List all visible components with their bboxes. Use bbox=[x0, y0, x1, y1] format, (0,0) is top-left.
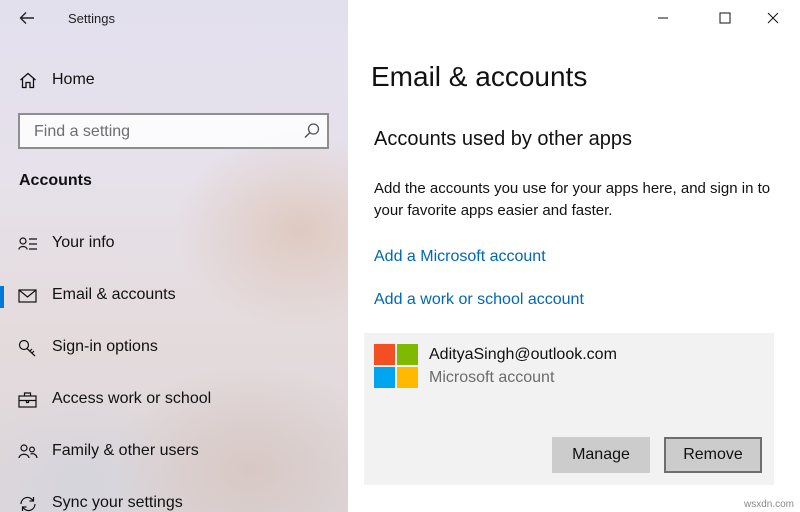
section-subheading: Accounts used by other apps bbox=[374, 128, 632, 150]
sidebar-item-label: Home bbox=[52, 71, 95, 88]
people-icon bbox=[18, 443, 38, 461]
maximize-icon bbox=[719, 12, 731, 24]
minimize-icon bbox=[658, 17, 668, 19]
briefcase-icon bbox=[18, 391, 38, 409]
sidebar-item-your-info[interactable]: Your info bbox=[0, 224, 348, 264]
add-microsoft-account-link[interactable]: Add a Microsoft account bbox=[374, 248, 546, 266]
microsoft-logo-icon bbox=[374, 344, 418, 388]
manage-button[interactable]: Manage bbox=[552, 437, 650, 473]
page-title: Email & accounts bbox=[371, 61, 588, 92]
sidebar-item-label: Family & other users bbox=[52, 442, 199, 459]
description-text: Add the accounts you use for your apps h… bbox=[374, 180, 771, 219]
account-card[interactable]: AdityaSingh@outlook.com Microsoft accoun… bbox=[364, 333, 774, 485]
sidebar-item-sign-in-options[interactable]: Sign-in options bbox=[0, 328, 348, 368]
sidebar-item-access-work-school[interactable]: Access work or school bbox=[0, 380, 348, 420]
app-title: Settings bbox=[68, 11, 115, 26]
sidebar-title-bar: Settings bbox=[0, 0, 348, 36]
person-list-icon bbox=[18, 235, 38, 253]
back-arrow-icon bbox=[19, 12, 34, 24]
section-heading: Accounts bbox=[19, 172, 92, 189]
close-icon bbox=[767, 12, 779, 24]
sidebar: Settings Home Accounts Your info bbox=[0, 0, 348, 512]
remove-button[interactable]: Remove bbox=[664, 437, 762, 473]
back-button[interactable] bbox=[14, 6, 40, 30]
close-button[interactable] bbox=[750, 0, 796, 36]
sidebar-item-label: Email & accounts bbox=[52, 286, 176, 303]
sidebar-item-family-other-users[interactable]: Family & other users bbox=[0, 432, 348, 472]
watermark: wsxdn.com bbox=[743, 499, 794, 510]
search-icon[interactable] bbox=[303, 122, 321, 145]
maximize-button[interactable] bbox=[702, 0, 748, 36]
sidebar-item-label: Your info bbox=[52, 234, 115, 251]
sidebar-item-home[interactable]: Home bbox=[0, 62, 348, 100]
search-input[interactable] bbox=[32, 121, 296, 143]
minimize-button[interactable] bbox=[640, 0, 686, 36]
sidebar-item-label: Sync your settings bbox=[52, 494, 183, 511]
sync-icon bbox=[18, 495, 38, 512]
envelope-icon bbox=[18, 287, 38, 305]
sidebar-item-label: Access work or school bbox=[52, 390, 212, 407]
search-box bbox=[18, 113, 329, 149]
account-type: Microsoft account bbox=[429, 369, 555, 386]
main-panel: Email & accounts Accounts used by other … bbox=[348, 0, 800, 512]
sidebar-item-label: Sign-in options bbox=[52, 338, 158, 355]
key-icon bbox=[18, 339, 38, 357]
sidebar-item-sync-settings[interactable]: Sync your settings bbox=[0, 484, 348, 512]
add-work-school-account-link[interactable]: Add a work or school account bbox=[374, 291, 584, 309]
sidebar-item-email-accounts[interactable]: Email & accounts bbox=[0, 276, 348, 316]
home-icon bbox=[19, 72, 37, 94]
account-email: AdityaSingh@outlook.com bbox=[429, 346, 617, 363]
